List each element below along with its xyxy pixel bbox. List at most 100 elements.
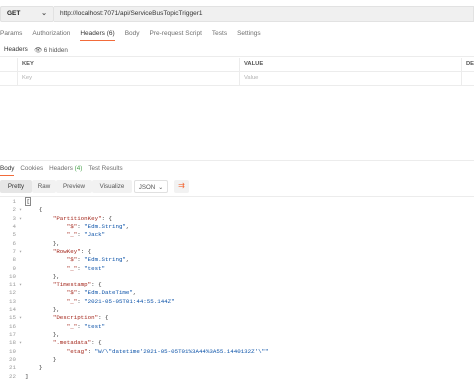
column-header-value: VALUE — [240, 58, 462, 72]
line-number: 16 — [9, 322, 16, 330]
request-tabs: Params Authorization Headers (6) Body Pr… — [0, 28, 271, 42]
headers-subbar: Headers 👁 6 hidden — [0, 43, 474, 57]
code-line: 8 "$": "Edm.String", — [0, 256, 474, 264]
hidden-headers-toggle[interactable]: 👁 6 hidden — [34, 46, 68, 54]
fold-arrow-icon[interactable]: ▾ — [19, 314, 22, 322]
line-number: 18 — [9, 339, 16, 347]
code-line: 9 "_": "test" — [0, 265, 474, 273]
code-text: "Timestamp": { — [52, 281, 102, 289]
code-text: } — [25, 355, 57, 363]
fold-arrow-icon[interactable]: ▾ — [19, 339, 22, 347]
tab-tests[interactable]: Tests — [212, 28, 227, 42]
code-line: 13 "_": "2021-05-05T01:44:55.144Z" — [0, 298, 474, 306]
code-text: ".metadata": { — [52, 339, 102, 347]
code-text: }, — [25, 331, 60, 338]
response-headers-count: (4) — [74, 165, 83, 172]
tab-params[interactable]: Params — [0, 28, 22, 42]
response-body-viewer: 1[2 ▾ {3 ▾ "PartitionKey": {4 "$": "Edm.St… — [0, 197, 474, 381]
code-text: } — [25, 364, 43, 372]
code-line: 22] — [0, 373, 474, 381]
divider — [0, 160, 474, 161]
format-label: JSON — [138, 184, 156, 191]
code-text: "_": "Jack" — [66, 231, 106, 239]
request-url-bar: GET ⌄ http://localhost:7071/api/ServiceB… — [0, 0, 474, 28]
code-line: 19 "etag": "W/\"datetime'2021-05-05T01%3… — [0, 348, 474, 356]
fold-arrow-icon[interactable]: ▾ — [19, 206, 22, 214]
tab-headers[interactable]: Headers (6) — [80, 28, 115, 41]
code-line: 18 ▾ ".metadata": { — [0, 339, 474, 347]
tab-pre-request-script[interactable]: Pre-request Script — [150, 28, 202, 42]
code-line: 12 "$": "Edm.DateTime", — [0, 289, 474, 297]
code-text: "PartitionKey": { — [52, 214, 112, 222]
tab-response-headers[interactable]: Headers (4) — [49, 164, 82, 178]
code-line: 17 }, — [0, 331, 474, 339]
fold-arrow-icon[interactable]: ▾ — [19, 248, 22, 256]
code-line: 16 "_": "test" — [0, 323, 474, 331]
tab-body[interactable]: Body — [125, 28, 140, 42]
code-text: "_": "test" — [66, 264, 106, 272]
line-number: 1 — [12, 198, 16, 205]
line-number: 12 — [9, 289, 16, 297]
line-number: 9 — [12, 264, 16, 272]
visualize-button[interactable]: Visualize — [92, 180, 132, 193]
row-checkbox-cell — [0, 72, 18, 86]
value-input[interactable]: Value — [240, 72, 462, 86]
line-number: 13 — [9, 297, 16, 305]
code-line: 10 }, — [0, 273, 474, 281]
code-text: "etag": "W/\"datetime'2021-05-05T01%3A44… — [66, 347, 269, 355]
code-text: }, — [25, 272, 60, 280]
tab-test-results[interactable]: Test Results — [88, 164, 122, 178]
line-number: 10 — [9, 272, 16, 280]
code-line: 14 }, — [0, 306, 474, 314]
line-number: 14 — [9, 306, 16, 314]
line-number: 22 — [9, 372, 16, 380]
column-header-description: DE — [466, 61, 474, 67]
wrap-lines-icon[interactable]: ⇉ — [174, 180, 189, 193]
line-number: 6 — [12, 239, 16, 247]
description-input[interactable] — [462, 72, 474, 86]
code-line: 7 ▾ "RowKey": { — [0, 248, 474, 256]
line-number: 2 — [12, 206, 16, 214]
pretty-button[interactable]: Pretty — [0, 180, 32, 193]
line-number: 3 — [12, 214, 16, 222]
line-number: 17 — [9, 331, 16, 338]
line-number: 21 — [9, 364, 16, 372]
preview-button[interactable]: Preview — [56, 180, 92, 193]
code-text: "_": "2021-05-05T01:44:55.144Z" — [66, 297, 175, 305]
fold-arrow-icon[interactable]: ▾ — [19, 281, 22, 289]
line-number: 7 — [12, 247, 16, 255]
code-text: [ — [25, 197, 32, 206]
code-text: }, — [25, 306, 60, 314]
tab-authorization[interactable]: Authorization — [32, 28, 70, 42]
code-text: "_": "test" — [66, 322, 106, 330]
line-number: 5 — [12, 231, 16, 239]
tab-response-cookies[interactable]: Cookies — [20, 164, 43, 178]
format-select[interactable]: JSON ⌄ — [134, 180, 168, 193]
code-text: "$": "Edm.DateTime", — [66, 289, 137, 297]
line-number: 15 — [9, 314, 16, 322]
chevron-down-icon: ⌄ — [41, 10, 47, 17]
url-input[interactable]: http://localhost:7071/api/ServiceBusTopi… — [54, 6, 474, 22]
eye-icon: 👁 — [34, 47, 42, 54]
code-text: "Description": { — [52, 314, 109, 322]
line-number: 11 — [9, 281, 16, 289]
code-text: "RowKey": { — [52, 247, 92, 255]
code-text: "$": "Edm.String", — [66, 256, 130, 264]
key-input[interactable]: Key — [18, 72, 240, 86]
chevron-down-icon: ⌄ — [158, 185, 164, 191]
table-header-row: KEY VALUE DE — [0, 58, 474, 72]
raw-button[interactable]: Raw — [32, 180, 56, 193]
code-text: ] — [25, 372, 29, 380]
response-tabs: Body Cookies Headers (4) Test Results — [0, 164, 129, 178]
tab-response-body[interactable]: Body — [0, 164, 15, 176]
line-number: 8 — [12, 256, 16, 264]
tab-settings[interactable]: Settings — [237, 28, 261, 42]
method-select[interactable]: GET ⌄ — [0, 6, 54, 22]
line-number: 19 — [9, 347, 16, 355]
code-line: 3 ▾ "PartitionKey": { — [0, 215, 474, 223]
checkbox-column-header — [0, 58, 18, 72]
code-line: 6 }, — [0, 240, 474, 248]
fold-arrow-icon[interactable]: ▾ — [19, 215, 22, 223]
code-line: 5 "_": "Jack" — [0, 231, 474, 239]
code-line: 21 } — [0, 364, 474, 372]
